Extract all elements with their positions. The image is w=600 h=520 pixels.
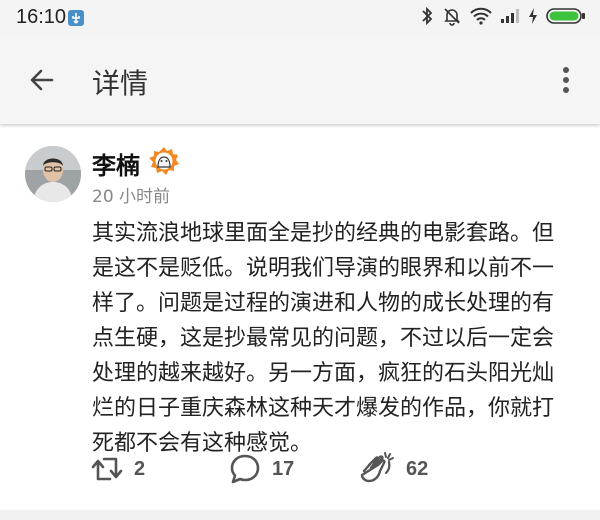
battery-icon — [546, 7, 586, 29]
post-actions: 2 17 62 — [0, 444, 600, 494]
comment-icon — [230, 454, 260, 484]
repost-icon — [91, 457, 123, 481]
comment-button[interactable]: 17 — [228, 450, 294, 488]
more-options-button[interactable] — [550, 60, 582, 100]
author-name[interactable]: 李楠 — [92, 146, 140, 181]
repost-count: 2 — [134, 457, 146, 480]
post-content: 其实流浪地球里面全是抄的经典的电影套路。但是这不是贬低。说明我们导演的眼界和以前… — [92, 221, 555, 456]
avatar[interactable] — [25, 146, 81, 202]
clap-icon — [360, 452, 394, 483]
comment-count: 17 — [272, 457, 295, 480]
clap-count: 62 — [406, 457, 429, 480]
page-title: 详情 — [92, 67, 149, 100]
back-arrow-icon — [30, 69, 54, 91]
wifi-icon — [470, 7, 492, 29]
status-time: 16:10 — [16, 6, 67, 28]
verified-badge-icon — [148, 145, 180, 177]
post-timestamp: 20 小时前 — [92, 187, 171, 207]
back-button[interactable] — [20, 58, 64, 102]
bluetooth-icon — [420, 6, 434, 30]
charging-icon — [528, 7, 538, 29]
usb-debug-icon — [68, 10, 84, 26]
repost-button[interactable]: 2 — [90, 450, 145, 488]
status-icons — [420, 6, 586, 30]
status-bar: 16:10 — [0, 0, 600, 36]
bottom-divider — [0, 510, 600, 520]
more-vert-icon — [563, 67, 569, 93]
app-bar: 详情 — [0, 36, 600, 124]
clap-button[interactable]: 62 — [358, 450, 428, 488]
signal-icon — [500, 8, 520, 28]
mute-icon — [442, 6, 462, 30]
